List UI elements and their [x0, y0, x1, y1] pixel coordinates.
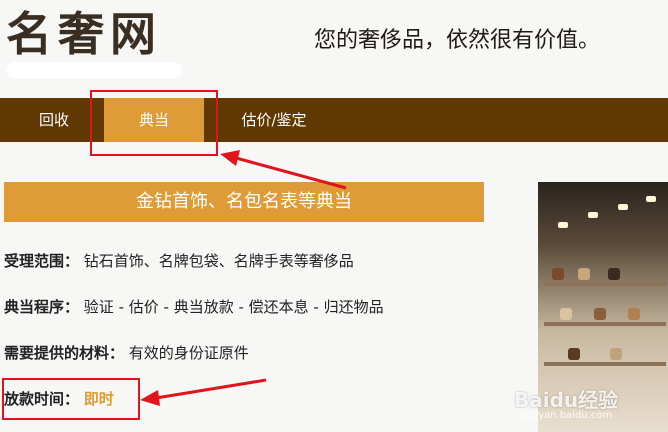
annotation-arrows: [140, 150, 347, 406]
arrow-to-pawn-tab: [220, 150, 347, 190]
arrow-to-loan-time: [140, 378, 267, 406]
